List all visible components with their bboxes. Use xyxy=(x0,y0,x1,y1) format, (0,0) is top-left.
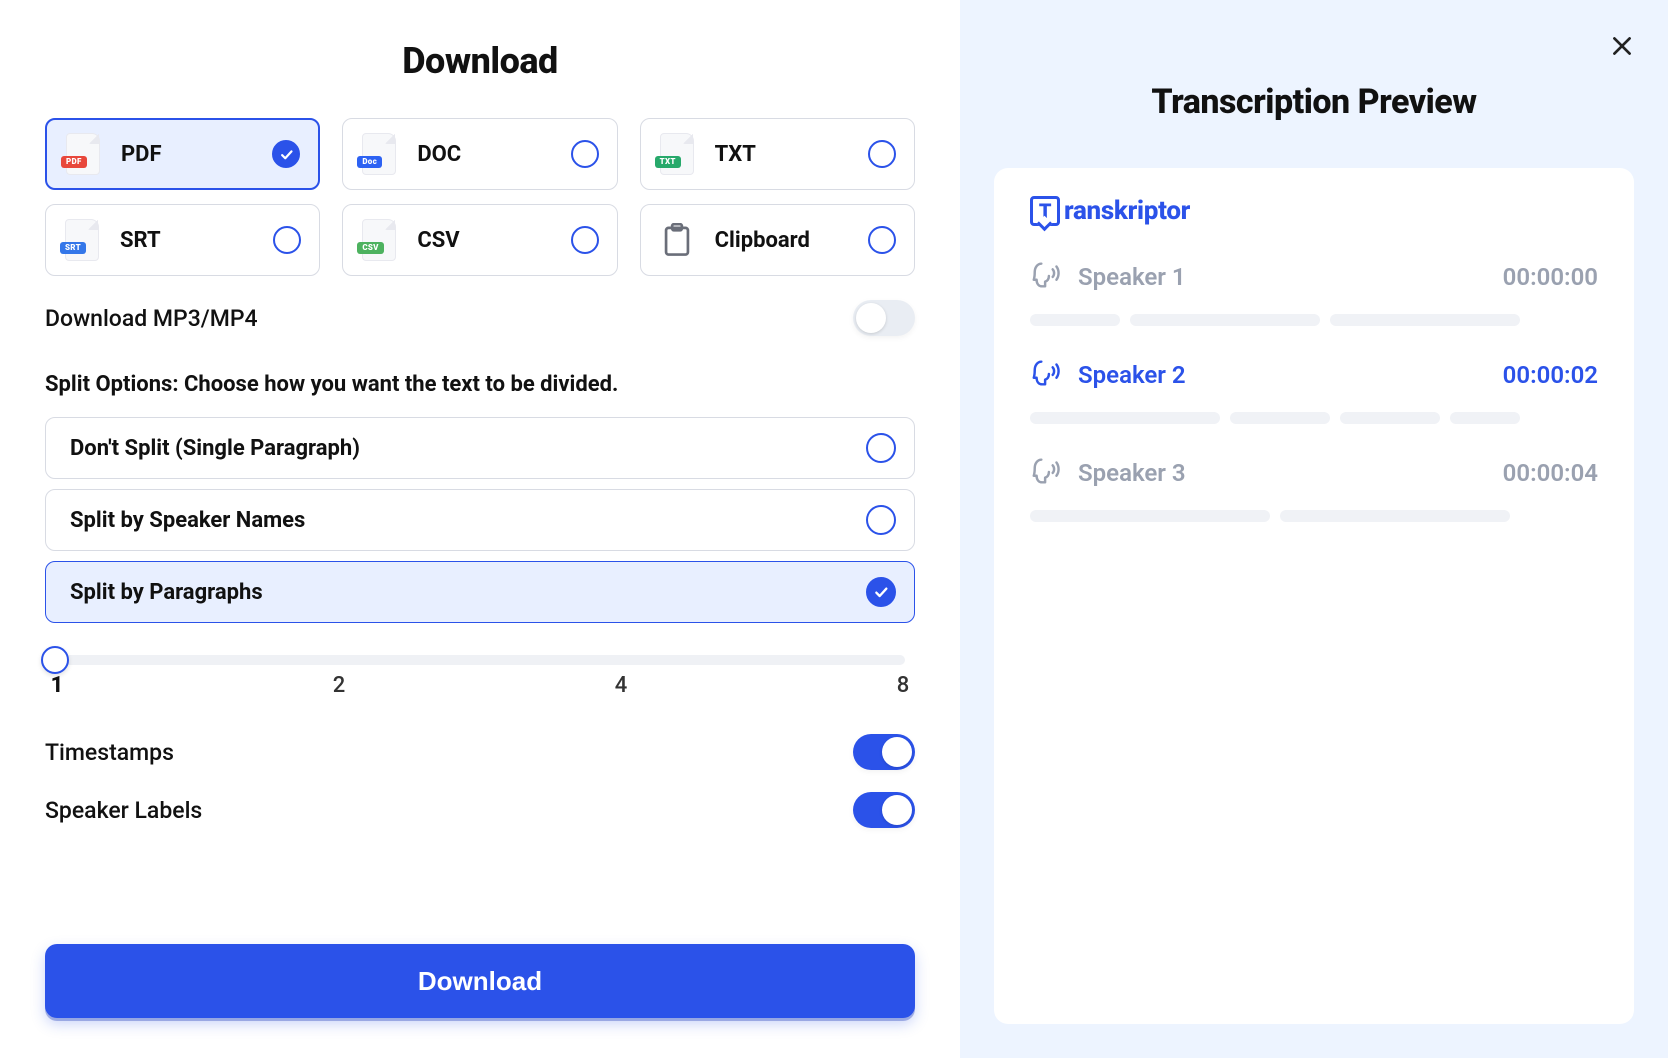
slider-tick: 2 xyxy=(329,673,349,698)
format-radio xyxy=(571,226,599,254)
split-option-paragraph[interactable]: Split by Paragraphs xyxy=(45,561,915,623)
split-radio xyxy=(866,433,896,463)
split-option-single[interactable]: Don't Split (Single Paragraph) xyxy=(45,417,915,479)
format-pdf[interactable]: PDF PDF xyxy=(45,118,320,190)
speaker-name: Speaker 1 xyxy=(1078,263,1186,291)
split-option-label: Split by Speaker Names xyxy=(70,508,305,533)
format-label: Clipboard xyxy=(715,228,868,253)
slider-tick: 1 xyxy=(47,673,67,698)
format-label: CSV xyxy=(417,228,570,253)
speaker-timestamp: 00:00:00 xyxy=(1503,263,1598,291)
format-srt[interactable]: SRT SRT xyxy=(45,204,320,276)
slider-ticks: 1 2 4 8 xyxy=(45,673,915,698)
timestamps-switch[interactable] xyxy=(853,734,915,770)
format-radio xyxy=(571,140,599,168)
paragraph-slider: 1 2 4 8 xyxy=(45,647,915,698)
speakerlabels-switch[interactable] xyxy=(853,792,915,828)
speaker-header: Speaker 1 00:00:00 xyxy=(1030,258,1598,296)
mp3-toggle-label: Download MP3/MP4 xyxy=(45,305,258,332)
speaker-icon xyxy=(1030,356,1064,394)
split-section-heading: Split Options: Choose how you want the t… xyxy=(45,372,915,397)
format-radio xyxy=(272,140,300,168)
speakerlabels-toggle-row: Speaker Labels xyxy=(45,792,915,828)
speaker-block: Speaker 2 00:00:02 xyxy=(1030,356,1598,424)
speaker-name: Speaker 3 xyxy=(1078,459,1186,487)
brand-logo: Transkriptor xyxy=(1030,196,1598,226)
slider-thumb[interactable] xyxy=(41,646,69,674)
speaker-header: Speaker 3 00:00:04 xyxy=(1030,454,1598,492)
format-radio xyxy=(868,226,896,254)
format-csv[interactable]: CSV CSV xyxy=(342,204,617,276)
txt-file-icon: TXT xyxy=(657,131,697,177)
brand-text: ranskriptor xyxy=(1064,196,1190,226)
speaker-timestamp: 00:00:04 xyxy=(1503,459,1598,487)
speakerlabels-label: Speaker Labels xyxy=(45,797,202,824)
srt-file-icon: SRT xyxy=(62,217,102,263)
format-label: SRT xyxy=(120,228,273,253)
page-title: Download xyxy=(45,40,915,82)
format-doc[interactable]: Doc DOC xyxy=(342,118,617,190)
preview-card: Transkriptor Speaker 1 00:00:00 Speaker 2 0… xyxy=(994,168,1634,1024)
extra-toggles: Timestamps Speaker Labels xyxy=(45,734,915,850)
speaker-text-placeholder xyxy=(1030,314,1598,326)
clipboard-file-icon xyxy=(657,217,697,263)
speaker-text-placeholder xyxy=(1030,510,1598,522)
slider-tick: 8 xyxy=(893,673,913,698)
split-option-label: Split by Paragraphs xyxy=(70,580,263,605)
preview-title: Transcription Preview xyxy=(994,82,1634,122)
format-label: DOC xyxy=(417,142,570,167)
download-panel: Download PDFPDFDocDOCTXTTXTSRTSRTCSVCSVC… xyxy=(0,0,960,1058)
format-grid: PDF PDF Doc DOC TXT TXT SRT SRT CSV CSV Clipboard xyxy=(45,118,915,276)
split-option-label: Don't Split (Single Paragraph) xyxy=(70,436,360,461)
close-icon[interactable] xyxy=(1604,28,1640,64)
split-radio xyxy=(866,577,896,607)
download-button[interactable]: Download xyxy=(45,944,915,1018)
format-clipboard[interactable]: Clipboard xyxy=(640,204,915,276)
slider-track[interactable] xyxy=(55,655,905,665)
split-radio xyxy=(866,505,896,535)
format-radio xyxy=(273,226,301,254)
speaker-block: Speaker 1 00:00:00 xyxy=(1030,258,1598,326)
format-label: PDF xyxy=(121,142,272,167)
mp3-toggle-switch[interactable] xyxy=(853,300,915,336)
speaker-name: Speaker 2 xyxy=(1078,361,1186,389)
pdf-file-icon: PDF xyxy=(63,131,103,177)
format-txt[interactable]: TXT TXT xyxy=(640,118,915,190)
timestamps-toggle-row: Timestamps xyxy=(45,734,915,770)
doc-file-icon: Doc xyxy=(359,131,399,177)
speaker-header: Speaker 2 00:00:02 xyxy=(1030,356,1598,394)
split-options-list: Don't Split (Single Paragraph) Split by S… xyxy=(45,417,915,633)
timestamps-label: Timestamps xyxy=(45,739,174,766)
preview-panel: Transcription Preview Transkriptor Speak… xyxy=(960,0,1668,1058)
slider-tick: 4 xyxy=(611,673,631,698)
speaker-icon xyxy=(1030,258,1064,296)
speaker-block: Speaker 3 00:00:04 xyxy=(1030,454,1598,522)
csv-file-icon: CSV xyxy=(359,217,399,263)
speaker-text-placeholder xyxy=(1030,412,1598,424)
brand-mark-icon: T xyxy=(1030,196,1060,226)
split-option-speaker[interactable]: Split by Speaker Names xyxy=(45,489,915,551)
format-label: TXT xyxy=(715,142,868,167)
format-radio xyxy=(868,140,896,168)
speakers-list: Speaker 100:00:00Speaker 200:00:02Speake… xyxy=(1030,258,1598,522)
speaker-icon xyxy=(1030,454,1064,492)
mp3-toggle-row: Download MP3/MP4 xyxy=(45,300,915,336)
speaker-timestamp: 00:00:02 xyxy=(1503,361,1598,389)
